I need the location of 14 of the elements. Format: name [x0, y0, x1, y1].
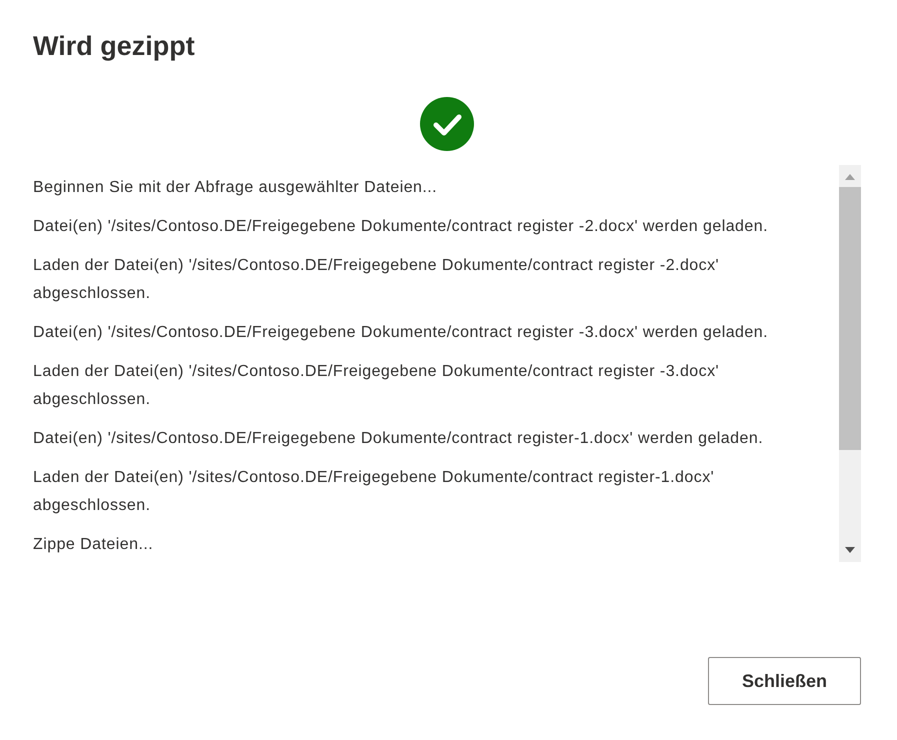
- success-check-icon: [420, 97, 474, 151]
- log-line: Laden der Datei(en) '/sites/Contoso.DE/Freigegebene Dokumente/contract register -2.docx' abgeschlossen.: [33, 256, 720, 304]
- log-line: Beginnen Sie mit der Abfrage ausgewählter Dateien...: [33, 178, 438, 198]
- log-line: Zippe Dateien...: [33, 535, 154, 555]
- close-button[interactable]: Schließen: [708, 657, 861, 705]
- scroll-down-icon[interactable]: [845, 547, 855, 553]
- log-line: Laden der Datei(en) '/sites/Contoso.DE/Freigegebene Dokumente/contract register -3.docx' abgeschlossen.: [33, 362, 720, 410]
- log-line: Datei(en) '/sites/Contoso.DE/Freigegebene Dokumente/contract register-1.docx' werden geladen.: [33, 429, 764, 449]
- dialog-title: Wird gezippt: [33, 30, 196, 63]
- log-line: Datei(en) '/sites/Contoso.DE/Freigegebene Dokumente/contract register -3.docx' werden geladen.: [33, 323, 769, 343]
- scrollbar-thumb[interactable]: [839, 187, 861, 450]
- log-line: Laden der Datei(en) '/sites/Contoso.DE/Freigegebene Dokumente/contract register-1.docx' abgeschlossen.: [33, 468, 716, 516]
- scroll-up-icon[interactable]: [845, 174, 855, 180]
- log-line: Datei(en) '/sites/Contoso.DE/Freigegebene Dokumente/contract register -2.docx' werden geladen.: [33, 217, 769, 237]
